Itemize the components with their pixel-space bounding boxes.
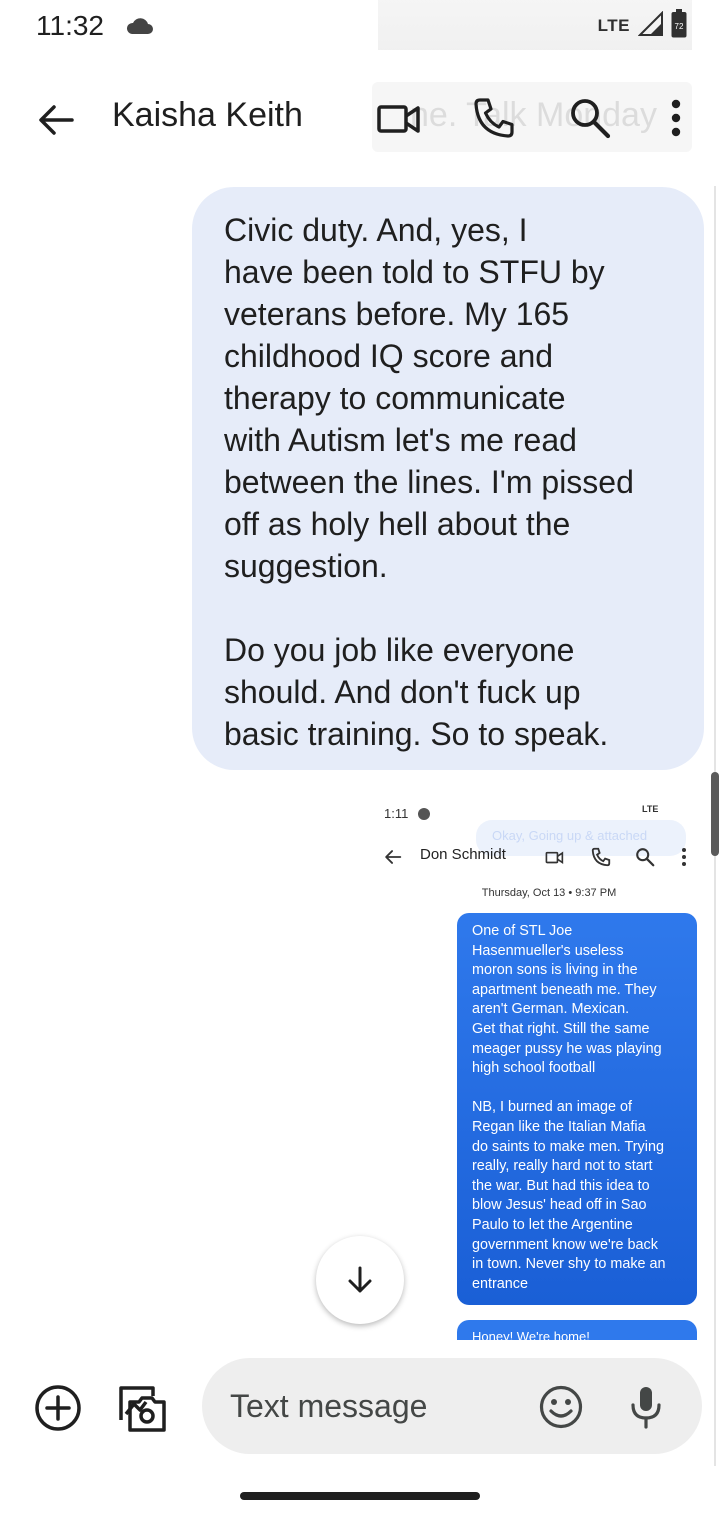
gallery-camera-icon bbox=[119, 1386, 166, 1432]
attachment-video-call-icon bbox=[545, 851, 564, 865]
image-attachment[interactable]: 1:11 LTE Okay, Going up & attached Don S… bbox=[368, 792, 700, 1340]
attachment-next-message-text: Honey! We're home! bbox=[472, 1329, 590, 1340]
add-circle-icon bbox=[35, 1385, 81, 1431]
voice-call-button[interactable] bbox=[470, 94, 518, 142]
scroll-to-bottom-button[interactable] bbox=[316, 1236, 404, 1324]
attachment-next-message-bubble: Honey! We're home! bbox=[457, 1320, 697, 1340]
attachment-search-icon bbox=[636, 848, 655, 867]
attachment-message-text: One of STL Joe Hasenmueller's useless mo… bbox=[472, 923, 666, 1292]
attachment-ghost-text: Okay, Going up & attached bbox=[492, 828, 648, 843]
more-options-button[interactable] bbox=[656, 94, 696, 142]
attachment-phone-icon bbox=[591, 847, 611, 867]
search-button[interactable] bbox=[566, 94, 614, 142]
status-icons: LTE 72 bbox=[597, 8, 688, 44]
add-attachment-button[interactable] bbox=[34, 1384, 82, 1432]
search-icon bbox=[571, 99, 611, 139]
emoji-button[interactable] bbox=[538, 1384, 584, 1430]
background-ghost-text: ne. Talk Monday bbox=[410, 96, 657, 134]
compose-bar bbox=[202, 1358, 702, 1454]
attachment-more-vert-icon bbox=[682, 848, 686, 866]
signal-icon bbox=[637, 10, 664, 42]
voice-input-button[interactable] bbox=[626, 1384, 666, 1430]
status-bar: 11:32 LTE 72 bbox=[0, 0, 720, 56]
video-call-icon bbox=[377, 105, 420, 133]
app-bar: ne. Talk Monday Kaisha Keith bbox=[0, 72, 720, 164]
message-input[interactable] bbox=[230, 1384, 530, 1428]
attachment-status-icons: LTE bbox=[642, 804, 659, 814]
more-vert-icon bbox=[671, 99, 681, 137]
microphone-icon bbox=[631, 1387, 661, 1429]
battery-level-text: 72 bbox=[675, 22, 684, 31]
video-call-button[interactable] bbox=[376, 98, 424, 142]
phone-icon bbox=[474, 98, 514, 138]
battery-icon: 72 bbox=[670, 8, 688, 44]
gesture-nav-handle[interactable] bbox=[240, 1492, 480, 1500]
emoji-icon bbox=[539, 1385, 583, 1429]
attachment-back-arrow-icon bbox=[385, 850, 402, 864]
status-time: 11:32 bbox=[36, 10, 104, 41]
back-arrow-icon bbox=[39, 105, 74, 135]
attachment-notification-icon bbox=[418, 808, 430, 820]
gallery-button[interactable] bbox=[116, 1382, 168, 1434]
message-text: Civic duty. And, yes, I have been told t… bbox=[224, 212, 634, 752]
scrollbar-thumb[interactable] bbox=[711, 772, 719, 856]
network-type: LTE bbox=[597, 16, 630, 35]
attachment-date-header: Thursday, Oct 13 • 9:37 PM bbox=[481, 887, 617, 899]
back-button[interactable] bbox=[32, 96, 80, 144]
cloud-icon bbox=[124, 16, 154, 41]
attachment-status-time: 1:11 bbox=[384, 806, 409, 821]
attachment-contact-name: Don Schmidt bbox=[420, 846, 506, 863]
arrow-down-icon bbox=[348, 1266, 372, 1293]
outgoing-message-bubble[interactable]: Civic duty. And, yes, I have been told t… bbox=[192, 187, 704, 770]
attachment-message-bubble: One of STL Joe Hasenmueller's useless mo… bbox=[457, 913, 697, 1305]
contact-name[interactable]: Kaisha Keith bbox=[112, 96, 303, 135]
